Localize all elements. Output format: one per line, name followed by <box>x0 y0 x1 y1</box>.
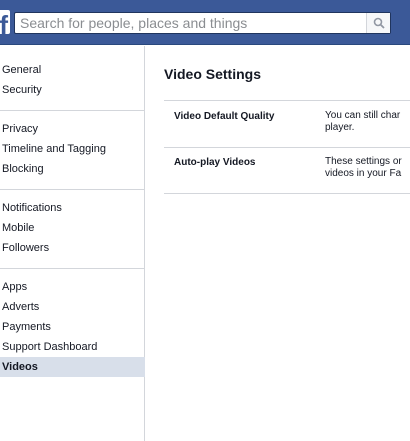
sidebar-group-privacy: Privacy Timeline and Tagging Blocking <box>0 119 145 179</box>
sidebar-item-videos[interactable]: Videos <box>0 357 145 377</box>
setting-desc-line: player. <box>325 122 355 133</box>
setting-desc-line: You can still char <box>325 110 401 121</box>
setting-label-video-default-quality: Video Default Quality <box>174 111 275 122</box>
setting-desc-line: videos in your Fa <box>325 168 402 179</box>
facebook-logo-glyph: f <box>0 10 8 34</box>
sidebar-divider <box>0 189 145 190</box>
sidebar-item-payments[interactable]: Payments <box>0 317 145 337</box>
sidebar-divider <box>0 110 145 111</box>
sidebar-item-support-dashboard[interactable]: Support Dashboard <box>0 337 145 357</box>
section-divider <box>164 100 410 101</box>
search-input[interactable] <box>15 13 365 33</box>
search-icon <box>373 17 385 29</box>
section-divider <box>164 193 410 194</box>
page: f General Security Privacy Timeline and … <box>0 0 410 441</box>
sidebar-group-notifications: Notifications Mobile Followers <box>0 198 145 258</box>
sidebar-item-blocking[interactable]: Blocking <box>0 159 145 179</box>
setting-desc-line: These settings or <box>325 156 402 167</box>
sidebar-item-security[interactable]: Security <box>0 80 145 100</box>
settings-sidebar: General Security Privacy Timeline and Ta… <box>0 46 145 441</box>
sidebar-group-account: General Security <box>0 60 145 100</box>
sidebar-item-notifications[interactable]: Notifications <box>0 198 145 218</box>
setting-desc-video-default-quality[interactable]: You can still char player. <box>325 110 410 134</box>
setting-label-auto-play-videos: Auto-play Videos <box>174 157 256 168</box>
setting-desc-auto-play-videos[interactable]: These settings or videos in your Fa <box>325 156 410 180</box>
sidebar-item-privacy[interactable]: Privacy <box>0 119 145 139</box>
search-box <box>14 12 391 34</box>
page-title: Video Settings <box>164 66 261 82</box>
top-bar: f <box>0 0 410 45</box>
sidebar-item-general[interactable]: General <box>0 60 145 80</box>
sidebar-item-mobile[interactable]: Mobile <box>0 218 145 238</box>
sidebar-item-adverts[interactable]: Adverts <box>0 297 145 317</box>
sidebar-item-apps[interactable]: Apps <box>0 277 145 297</box>
main-content: Video Settings Video Default Quality You… <box>146 46 410 441</box>
facebook-logo[interactable]: f <box>0 10 10 34</box>
sidebar-item-followers[interactable]: Followers <box>0 238 145 258</box>
search-button[interactable] <box>366 13 390 33</box>
sidebar-divider <box>0 268 145 269</box>
sidebar-item-timeline-and-tagging[interactable]: Timeline and Tagging <box>0 139 145 159</box>
sidebar-group-apps: Apps Adverts Payments Support Dashboard … <box>0 277 145 377</box>
section-divider <box>164 147 410 148</box>
